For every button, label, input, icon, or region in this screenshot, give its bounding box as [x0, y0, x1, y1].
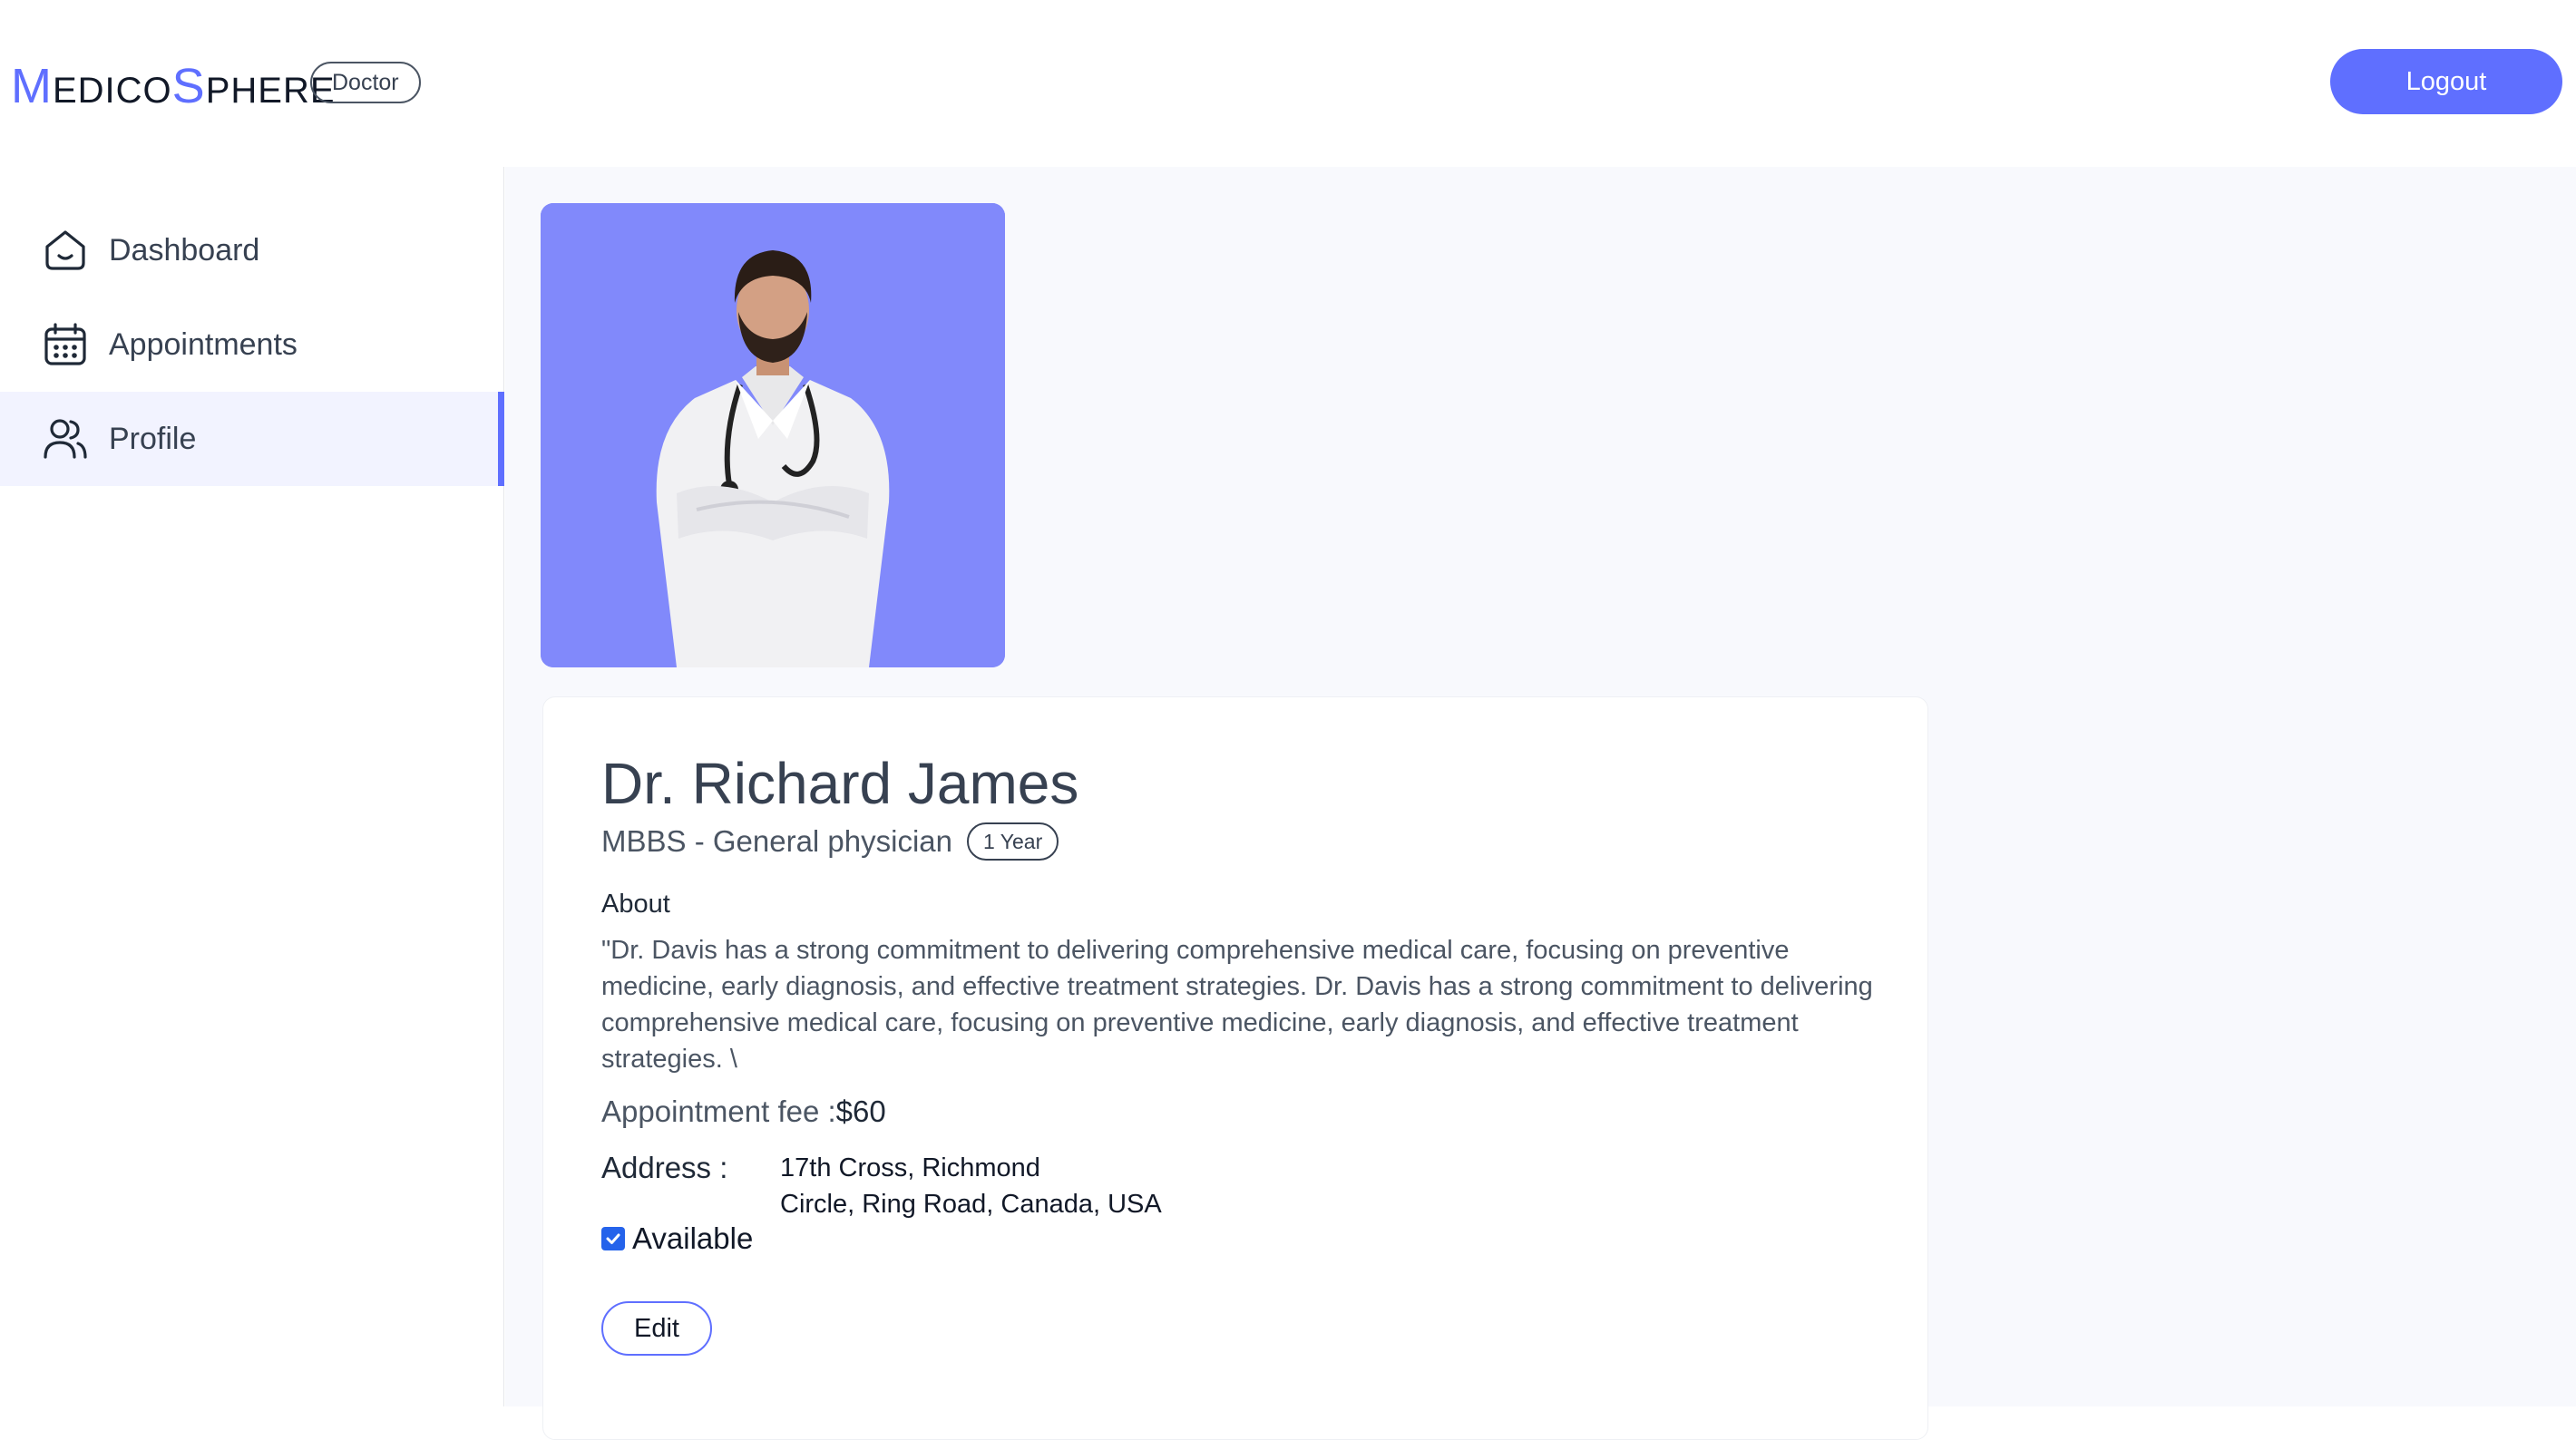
role-badge: Doctor: [310, 62, 421, 103]
sidebar-item-label: Profile: [109, 421, 197, 456]
logo-letter-m: M: [11, 59, 53, 113]
main-content: Dr. Richard James MBBS - General physici…: [505, 167, 2576, 1440]
top-bar: MEDICOSPHERE Doctor Logout: [0, 0, 2576, 167]
people-icon: [42, 415, 89, 462]
fee-value: $60: [835, 1095, 886, 1128]
logo-letter-s: S: [171, 59, 206, 113]
sidebar-item-appointments[interactable]: Appointments: [0, 297, 504, 392]
sidebar: Dashboard Appointments Profile: [0, 167, 504, 1406]
address-line-1: 17th Cross, Richmond: [780, 1153, 1040, 1182]
profile-card: Dr. Richard James MBBS - General physici…: [542, 696, 1928, 1440]
logo-text-part1: EDICO: [52, 71, 172, 111]
doctor-degree: MBBS - General physician: [601, 824, 952, 858]
available-checkbox[interactable]: [601, 1227, 625, 1250]
calendar-icon: [42, 321, 89, 368]
edit-button[interactable]: Edit: [601, 1301, 712, 1356]
degree-row: MBBS - General physician 1 Year: [601, 822, 1059, 861]
about-text: "Dr. Davis has a strong commitment to de…: [601, 936, 1873, 1074]
experience-badge: 1 Year: [967, 822, 1059, 861]
checkmark-icon: [606, 1233, 620, 1244]
sidebar-item-label: Dashboard: [109, 232, 260, 268]
appointment-fee: Appointment fee :$60: [601, 1095, 886, 1129]
sidebar-item-profile[interactable]: Profile: [0, 392, 504, 486]
doctor-name: Dr. Richard James: [601, 751, 1079, 816]
address-line-2: Circle, Ring Road, Canada, USA: [780, 1190, 1162, 1219]
fee-label: Appointment fee :: [601, 1095, 836, 1128]
sidebar-item-label: Appointments: [109, 326, 298, 362]
available-label[interactable]: Available: [632, 1221, 753, 1256]
doctor-photo: [541, 203, 1005, 667]
address-value: 17th Cross, Richmond Circle, Ring Road, …: [780, 1150, 1162, 1222]
app-logo[interactable]: MEDICOSPHERE: [11, 58, 336, 114]
address-label: Address :: [601, 1151, 728, 1184]
sidebar-item-dashboard[interactable]: Dashboard: [0, 203, 504, 297]
about-heading: About: [601, 890, 670, 919]
home-icon: [42, 227, 89, 274]
availability-row: Available: [601, 1221, 753, 1256]
logout-button[interactable]: Logout: [2330, 49, 2562, 114]
